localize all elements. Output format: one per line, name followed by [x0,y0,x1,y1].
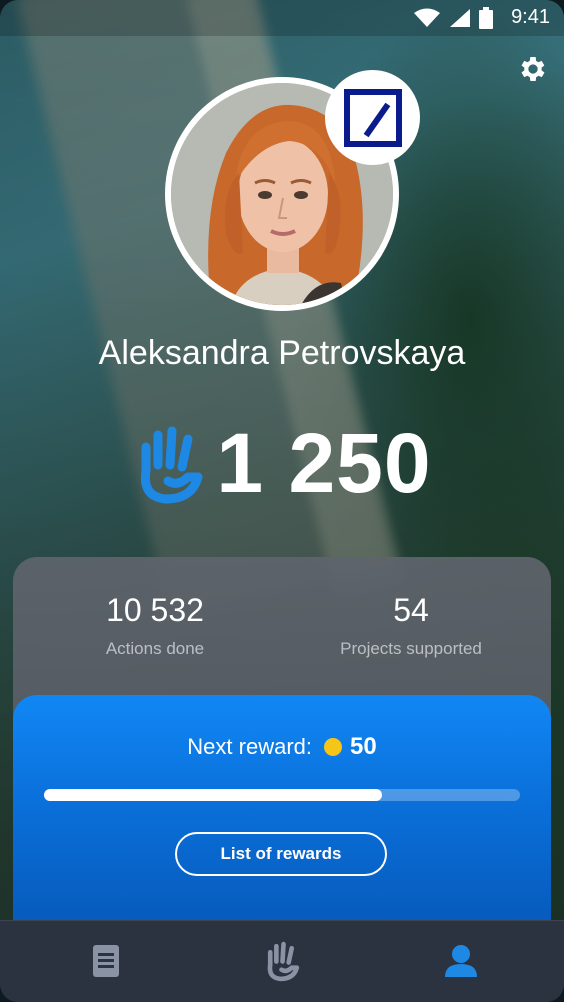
points-display: 1 250 [0,415,564,512]
wifi-icon [414,8,441,27]
reward-progress-fill [44,789,382,801]
nav-item-actions[interactable] [262,941,302,982]
stat-actions: 10 532 Actions done [25,592,285,659]
nav-item-profile[interactable] [441,941,481,981]
projects-label: Projects supported [340,639,482,658]
next-reward-value: 50 [350,733,377,760]
document-icon [93,945,119,977]
gear-icon [521,57,545,81]
person-icon [445,945,477,977]
reward-progress-bar [44,789,520,801]
status-bar: 9:41 [0,0,564,36]
next-reward: Next reward: 50 [13,733,551,761]
status-icons: 9:41 [413,6,550,29]
projects-count: 54 [393,592,429,628]
organization-badge [325,70,420,165]
reward-card: Next reward: 50 List of rewards [13,695,551,940]
settings-button[interactable] [517,53,549,85]
hand-icon [267,941,300,982]
battery-icon [479,6,494,29]
next-reward-label: Next reward: [187,734,312,759]
actions-label: Actions done [105,639,205,658]
points-value: 1 250 [216,416,432,510]
list-of-rewards-button[interactable]: List of rewards [175,832,387,876]
stat-projects: 54 Projects supported [281,592,541,659]
coin-icon [324,738,342,756]
user-name: Aleksandra Petrovskaya [98,334,466,372]
actions-count: 10 532 [106,592,204,628]
nav-item-feed[interactable] [86,941,126,981]
hand-icon [141,426,203,503]
profile-screen: 9:41 Aleksandra Petrovskaya 1 250 10 532… [0,0,564,1002]
bottom-nav [0,920,564,1002]
status-time: 9:41 [511,6,550,28]
deutsche-bank-logo [343,88,402,147]
signal-icon [450,8,471,27]
